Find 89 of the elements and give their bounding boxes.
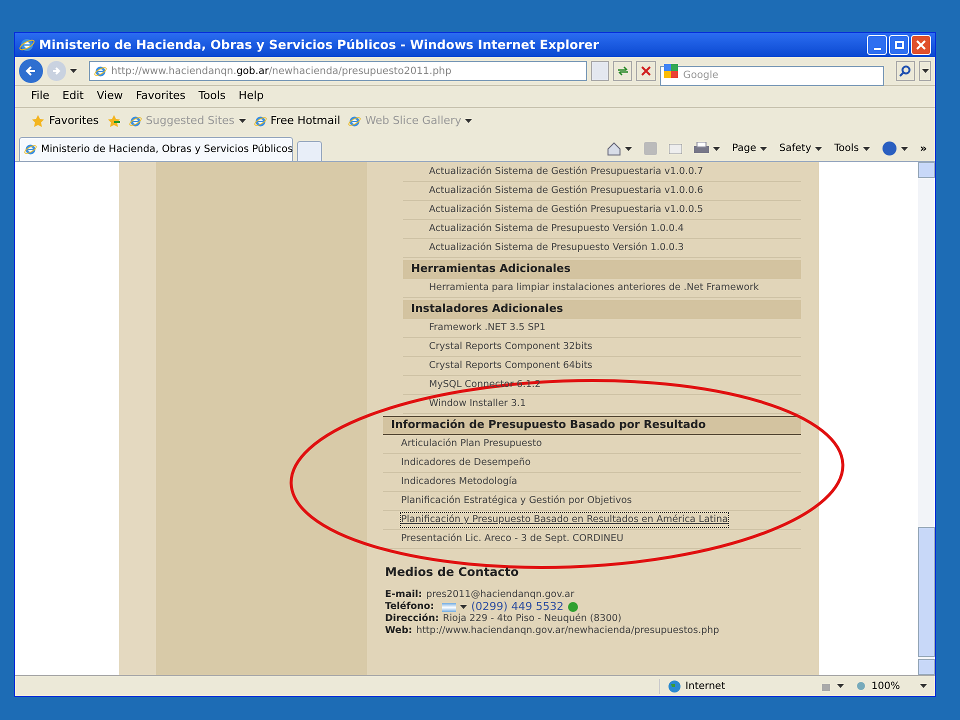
- command-menu-button[interactable]: Tools: [834, 141, 870, 156]
- flag-icon[interactable]: [442, 602, 456, 612]
- menu-item[interactable]: Favorites: [136, 88, 186, 105]
- contact-value: Rioja 229 - 4to Piso - Neuquén (8300): [442, 612, 622, 626]
- star-icon: [31, 114, 45, 128]
- mail-icon[interactable]: [669, 144, 682, 154]
- download-link[interactable]: Planificación y Presupuesto Basado en Resultados en América Latina: [401, 512, 728, 528]
- download-link[interactable]: Indicadores Metodología: [401, 474, 518, 490]
- contact-value: pres2011@haciendanqn.gov.ar: [426, 588, 574, 601]
- search-provider-icon: [664, 64, 678, 78]
- download-link[interactable]: Articulación Plan Presupuesto: [401, 436, 542, 452]
- caret-icon: [238, 119, 246, 123]
- overflow-button[interactable]: »: [920, 140, 927, 157]
- download-link[interactable]: Actualización Sistema de Presupuesto Versión 1.0.0.4: [429, 222, 684, 236]
- globe-e-icon: [348, 114, 362, 128]
- globe-e-icon: [24, 143, 37, 156]
- caret-icon: [862, 146, 870, 151]
- command-menu-button[interactable]: Safety: [779, 141, 822, 156]
- contact-label: Teléfono:: [385, 600, 434, 613]
- search-icon: [899, 65, 912, 77]
- refresh-button[interactable]: [612, 61, 632, 81]
- download-link[interactable]: Window Installer 3.1: [429, 396, 526, 412]
- caret-icon: [837, 684, 844, 688]
- printer-icon[interactable]: [694, 142, 710, 156]
- caret-icon: [900, 146, 908, 151]
- home-icon[interactable]: [607, 142, 622, 156]
- contact-label: E-mail:: [385, 588, 422, 601]
- download-link[interactable]: Framework .NET 3.5 SP1: [429, 320, 546, 336]
- command-menu-button[interactable]: Page: [732, 141, 768, 156]
- section-heading: Herramientas Adicionales: [411, 261, 571, 278]
- back-arrow-icon: [24, 65, 37, 77]
- globe-e-icon: [94, 64, 108, 78]
- menu-item[interactable]: File: [31, 88, 50, 105]
- download-link[interactable]: Presentación Lic. Areco - 3 de Sept. CORDINEU: [401, 532, 624, 546]
- caret-icon: [460, 605, 468, 609]
- back-button[interactable]: [19, 59, 43, 83]
- zoom-button[interactable]: 100%: [856, 678, 900, 694]
- restore-button[interactable]: [889, 35, 909, 55]
- download-link[interactable]: Indicadores de Desempeño: [401, 456, 531, 470]
- new-tab-button[interactable]: [297, 141, 322, 161]
- download-link[interactable]: Crystal Reports Component 32bits: [429, 340, 592, 354]
- menu-item[interactable]: Help: [238, 88, 264, 105]
- contact-value: http://www.haciendanqn.gov.ar/newhacienda/presupuestos.php: [416, 624, 720, 638]
- favorites-button[interactable]: Favorites: [31, 112, 99, 130]
- globe-e-icon: [128, 114, 142, 128]
- caret-icon: [465, 119, 472, 123]
- search-button[interactable]: [896, 61, 916, 81]
- refresh-icon: [616, 66, 629, 76]
- contact-label: Web:: [385, 624, 412, 638]
- section-heading: Información de Presupuesto Basado por Resultado: [391, 417, 706, 434]
- globe-e-icon: [19, 37, 35, 53]
- download-link[interactable]: Actualización Sistema de Gestión Presupuestaria v1.0.0.6: [429, 184, 704, 198]
- download-link[interactable]: Herramienta para limpiar instalaciones anteriores de .Net Framework: [429, 280, 759, 296]
- globe-e-icon: [254, 114, 267, 128]
- forward-arrow-icon: [51, 66, 62, 76]
- contact-heading: Medios de Contacto: [385, 564, 519, 581]
- contact-label: Dirección:: [385, 612, 439, 626]
- download-link[interactable]: Actualización Sistema de Gestión Presupuestaria v1.0.0.5: [429, 202, 704, 218]
- browser-tab[interactable]: Ministerio de Hacienda, Obras y Servicios Públicos: [19, 137, 293, 161]
- window-title: Ministerio de Hacienda, Obras y Servicios Públicos - Windows Internet Explorer: [39, 36, 599, 54]
- download-link[interactable]: Actualización Sistema de Gestión Presupuestaria v1.0.0.7: [429, 164, 704, 180]
- caret-icon: [922, 69, 929, 73]
- close-button[interactable]: [911, 35, 931, 55]
- search-options-button[interactable]: [919, 61, 931, 81]
- add-favorite-icon: [106, 114, 121, 128]
- menu-item[interactable]: Tools: [198, 88, 226, 105]
- caret-icon: [920, 684, 927, 688]
- menu-item[interactable]: View: [96, 88, 123, 105]
- compat-view-button[interactable]: [591, 61, 609, 81]
- zone-label: Internet: [685, 680, 726, 694]
- caret-icon: [760, 146, 768, 151]
- close-icon: [916, 40, 926, 50]
- stop-icon: [641, 66, 652, 76]
- download-link[interactable]: Crystal Reports Component 64bits: [429, 358, 592, 374]
- favorites-bar-link[interactable]: Free Hotmail: [254, 112, 340, 130]
- section-heading: Instaladores Adicionales: [411, 301, 564, 318]
- search-field[interactable]: Google: [660, 66, 884, 86]
- menu-item[interactable]: Edit: [62, 88, 84, 105]
- globe-icon: [668, 680, 682, 692]
- minimize-button[interactable]: [867, 35, 887, 55]
- caret-icon: [625, 146, 632, 151]
- caret-icon: [815, 146, 822, 151]
- caret-icon: [713, 146, 720, 151]
- stop-button[interactable]: [636, 61, 656, 81]
- download-link[interactable]: Actualización Sistema de Presupuesto Versión 1.0.0.3: [429, 240, 684, 256]
- address-field[interactable]: http://www.haciendanqn.gob.ar/newhacienda/presupuesto2011.php: [89, 61, 588, 81]
- scrollbar-thumb[interactable]: [918, 527, 935, 657]
- caret-icon: [70, 69, 78, 73]
- download-link[interactable]: Planificación Estratégica y Gestión por Objetivos: [401, 494, 632, 508]
